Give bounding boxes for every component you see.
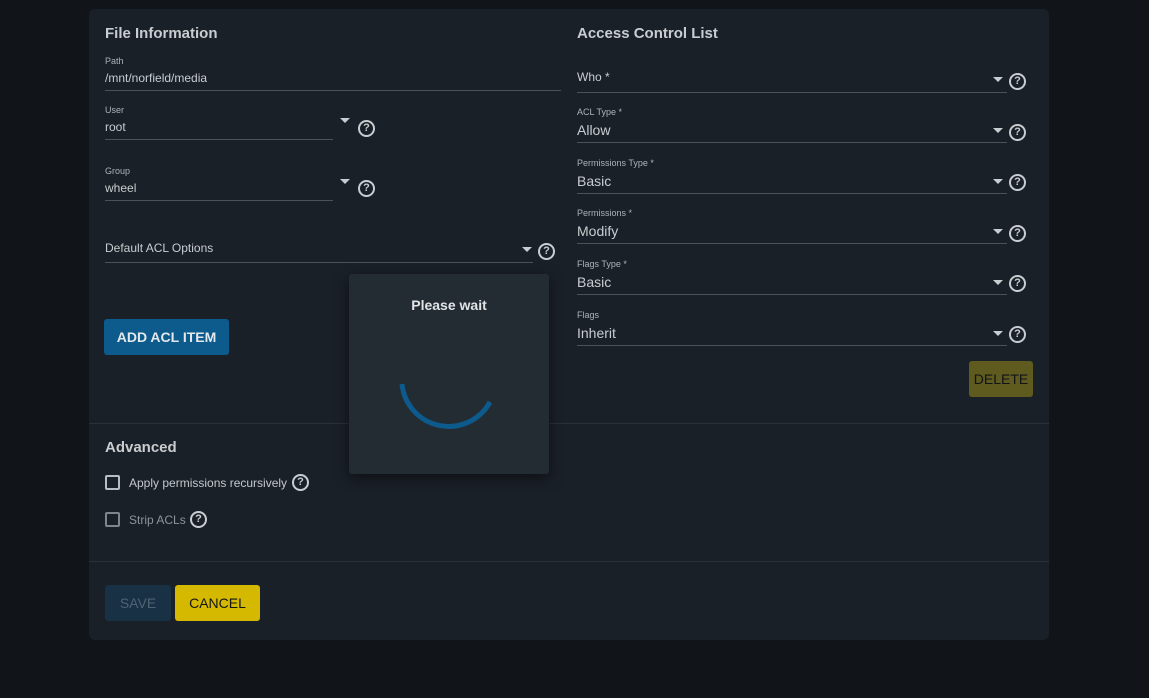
strip-acls-checkbox[interactable] xyxy=(105,512,120,527)
permissions-type-value: Basic xyxy=(577,173,612,189)
default-acl-underline xyxy=(105,262,533,263)
user-underline xyxy=(105,139,333,140)
group-dropdown-icon[interactable] xyxy=(340,179,350,184)
user-select[interactable]: User root xyxy=(105,104,333,140)
user-dropdown-icon[interactable] xyxy=(340,118,350,123)
strip-acls-help-icon[interactable]: ? xyxy=(190,511,207,528)
apply-recursive-checkbox[interactable] xyxy=(105,475,120,490)
user-help-icon[interactable]: ? xyxy=(358,120,375,137)
flags-type-dropdown-icon[interactable] xyxy=(993,280,1003,285)
apply-recursive-label[interactable]: Apply permissions recursively xyxy=(129,476,287,490)
flags-type-help-icon[interactable]: ? xyxy=(1009,275,1026,292)
acl-type-dropdown-icon[interactable] xyxy=(993,128,1003,133)
acl-type-value: Allow xyxy=(577,122,611,138)
add-acl-item-button[interactable]: ADD ACL ITEM xyxy=(104,319,229,355)
apply-recursive-help-icon[interactable]: ? xyxy=(292,474,309,491)
permissions-dropdown-icon[interactable] xyxy=(993,229,1003,234)
path-field: Path /mnt/norfield/media xyxy=(105,55,561,91)
who-placeholder: Who * xyxy=(577,70,610,84)
path-label: Path xyxy=(105,56,124,66)
default-acl-dropdown-icon[interactable] xyxy=(522,247,532,252)
permissions-type-underline xyxy=(577,193,1007,194)
default-acl-placeholder: Default ACL Options xyxy=(105,241,214,255)
acl-type-help-icon[interactable]: ? xyxy=(1009,124,1026,141)
acl-type-label: ACL Type * xyxy=(577,107,623,117)
flags-underline xyxy=(577,345,1007,346)
group-label: Group xyxy=(105,166,131,176)
default-acl-help-icon[interactable]: ? xyxy=(538,243,555,260)
flags-type-label: Flags Type * xyxy=(577,259,627,269)
group-help-icon[interactable]: ? xyxy=(358,180,375,197)
permissions-label: Permissions * xyxy=(577,208,633,218)
flags-dropdown-icon[interactable] xyxy=(993,331,1003,336)
permissions-underline xyxy=(577,243,1007,244)
actions-divider xyxy=(89,561,1049,562)
permissions-type-label: Permissions Type * xyxy=(577,158,654,168)
user-label: User xyxy=(105,105,125,115)
permissions-help-icon[interactable]: ? xyxy=(1009,225,1026,242)
flags-select[interactable]: Flags Inherit xyxy=(577,310,1007,346)
group-underline xyxy=(105,200,333,201)
path-underline xyxy=(105,90,561,91)
user-value: root xyxy=(105,120,126,134)
acl-title: Access Control List xyxy=(577,25,718,42)
cancel-button[interactable]: CANCEL xyxy=(175,585,260,621)
group-select[interactable]: Group wheel xyxy=(105,165,333,201)
section-divider xyxy=(89,423,1049,424)
delete-button[interactable]: DELETE xyxy=(969,361,1033,397)
please-wait-title: Please wait xyxy=(411,297,487,313)
flags-value: Inherit xyxy=(577,325,616,341)
permissions-type-help-icon[interactable]: ? xyxy=(1009,174,1026,191)
please-wait-dialog: Please wait xyxy=(349,274,549,474)
default-acl-select[interactable]: Default ACL Options xyxy=(105,237,533,263)
permissions-select[interactable]: Permissions * Modify xyxy=(577,208,1007,244)
who-dropdown-icon[interactable] xyxy=(993,77,1003,82)
flags-type-select[interactable]: Flags Type * Basic xyxy=(577,259,1007,295)
acl-type-underline xyxy=(577,142,1007,143)
permissions-type-dropdown-icon[interactable] xyxy=(993,179,1003,184)
who-underline xyxy=(577,92,1007,93)
flags-label: Flags xyxy=(577,310,600,320)
file-info-title: File Information xyxy=(105,25,218,42)
flags-help-icon[interactable]: ? xyxy=(1009,326,1026,343)
loading-spinner-icon xyxy=(399,383,493,429)
acl-editor-card: File Information Path /mnt/norfield/medi… xyxy=(89,9,1049,640)
flags-type-underline xyxy=(577,294,1007,295)
strip-acls-label[interactable]: Strip ACLs xyxy=(129,513,186,527)
permissions-value: Modify xyxy=(577,223,619,239)
flags-type-value: Basic xyxy=(577,274,612,290)
who-help-icon[interactable]: ? xyxy=(1009,73,1026,90)
who-select[interactable]: Who * xyxy=(577,67,1007,93)
path-value: /mnt/norfield/media xyxy=(105,71,208,85)
permissions-type-select[interactable]: Permissions Type * Basic xyxy=(577,158,1007,194)
advanced-title: Advanced xyxy=(105,439,177,456)
save-button[interactable]: SAVE xyxy=(105,585,171,621)
group-value: wheel xyxy=(105,181,137,195)
acl-type-select[interactable]: ACL Type * Allow xyxy=(577,107,1007,143)
